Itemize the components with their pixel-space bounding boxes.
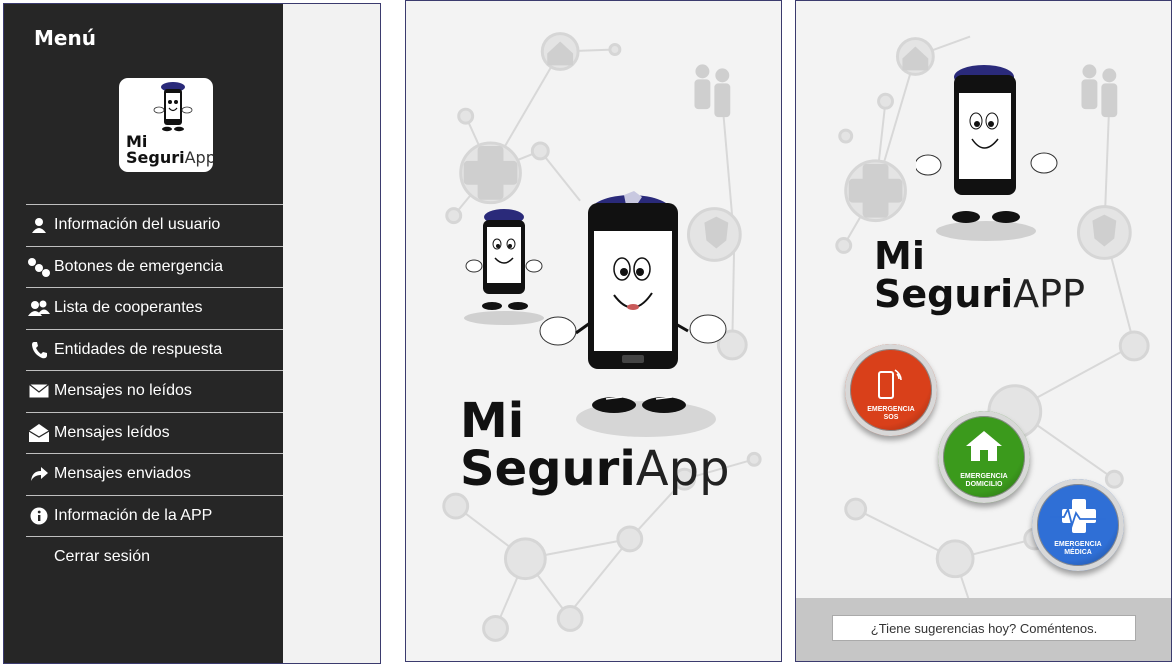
splash-screen: Mi SeguriApp [405,0,782,662]
navigation-drawer: Menú Mi SeguriApp Información del usuari… [4,4,283,663]
brand-thin: App [635,441,730,497]
suggestion-input[interactable]: ¿Tiene sugerencias hoy? Coméntenos. [832,615,1136,641]
button-caption: EMERGENCIA DOMICILIO [949,473,1019,503]
envelope-open-icon [26,423,52,443]
envelope-closed-icon [26,381,52,401]
house-icon [966,431,1002,461]
logo-thin: App [184,148,213,167]
logo-wordmark: Mi SeguriApp [126,134,213,166]
menu-item-unread-messages[interactable]: Mensajes no leídos [26,370,283,412]
menu-item-sent-messages[interactable]: Mensajes enviados [26,453,283,495]
splash-brand: Mi SeguriApp [460,397,730,493]
emergency-medical-button[interactable]: EMERGENCIA MÉDICA [1032,479,1124,571]
medical-cross-icon [1050,499,1106,533]
menu-item-label: Mensajes leídos [54,423,170,441]
button-label-line1: EMERGENCIA [867,406,915,413]
button-caption: EMERGENCIA SOS [856,406,926,436]
menu-item-label: Información de la APP [54,506,213,524]
buttons-icon [26,257,52,277]
brand-thin: APP [1013,272,1085,316]
button-label-line2: MÉDICA [1064,549,1092,556]
menu-item-response-entities[interactable]: Entidades de respuesta [26,328,283,371]
home-brand: Mi SeguriAPP [874,237,1085,313]
menu-item-label: Lista de cooperantes [54,299,203,317]
menu-list: Información del usuario Botones de emerg… [26,204,283,578]
button-label-line2: SOS [883,414,899,421]
emergency-home-button[interactable]: EMERGENCIA DOMICILIO [938,411,1030,503]
info-icon [26,506,52,526]
menu-item-app-info[interactable]: Información de la APP [26,494,283,537]
menu-item-label: Información del usuario [54,216,221,234]
menu-item-label: Mensajes no leídos [54,382,192,400]
brand-bold: Seguri [874,272,1014,316]
menu-item-label: Mensajes enviados [54,465,191,483]
menu-item-logout[interactable]: Cerrar sesión [26,536,283,578]
home-screen: Mi SeguriAPP EMERGENCIA SOS EMERGENCIA D… [795,0,1172,662]
phone-signal-icon [878,369,902,399]
menu-item-cooperators[interactable]: Lista de cooperantes [26,287,283,329]
app-logo: Mi SeguriApp [119,78,213,172]
menu-item-user-info[interactable]: Información del usuario [26,204,283,246]
menu-screen: Menú Mi SeguriApp Información del usuari… [3,3,381,664]
button-label-line1: EMERGENCIA [960,473,1008,480]
emergency-sos-button[interactable]: EMERGENCIA SOS [845,344,937,436]
brand-line1: Mi [460,393,525,449]
button-label-line2: DOMICILIO [965,481,1003,488]
brand-bold: Seguri [460,441,636,497]
menu-item-read-messages[interactable]: Mensajes leídos [26,411,283,454]
mascot-icon [916,65,1058,241]
menu-item-label: Entidades de respuesta [54,340,223,358]
logo-bold: Seguri [126,148,185,167]
menu-item-label: Botones de emergencia [54,257,223,275]
phone-icon [26,340,52,360]
user-icon [26,215,52,235]
menu-item-emergency-buttons[interactable]: Botones de emergencia [26,245,283,288]
brand-line1: Mi [874,234,925,278]
menu-item-label: Cerrar sesión [54,548,151,566]
button-caption: EMERGENCIA MÉDICA [1043,541,1113,571]
suggestion-footer: ¿Tiene sugerencias hoy? Coméntenos. [796,598,1171,661]
share-arrow-icon [26,464,52,484]
button-label-line1: EMERGENCIA [1054,541,1102,548]
group-icon [26,298,52,318]
menu-title: Menú [34,26,96,50]
